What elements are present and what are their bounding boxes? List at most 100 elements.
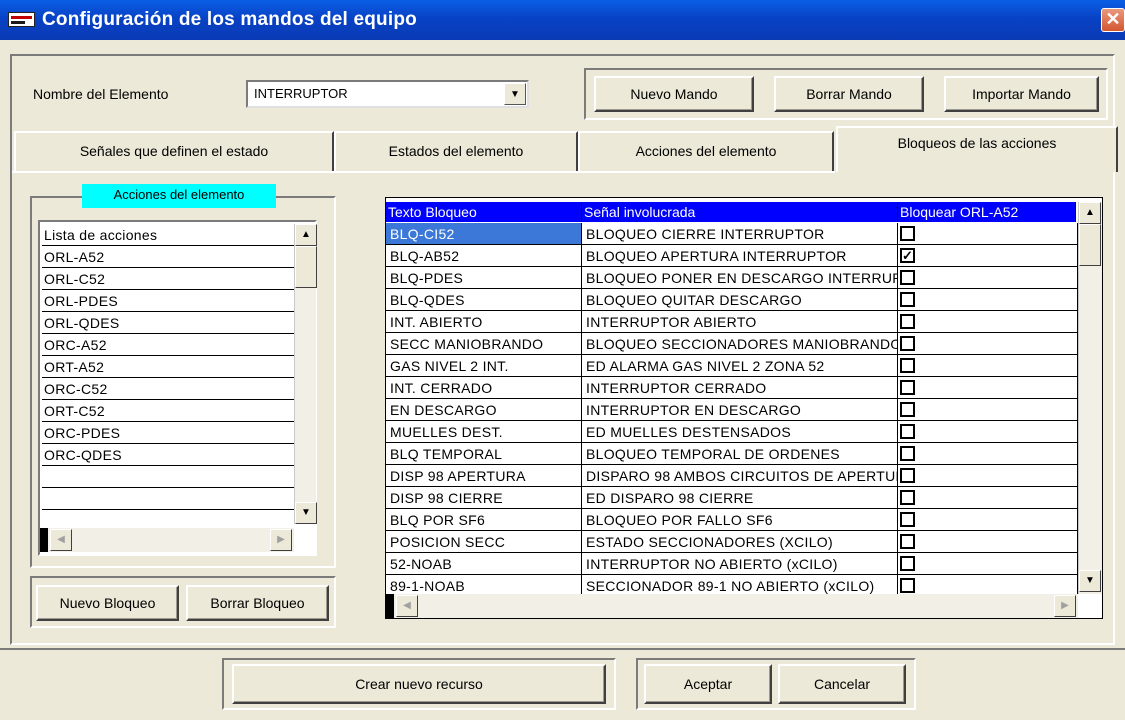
grid-header-signal[interactable]: Señal involucrada: [582, 202, 898, 222]
cell-lock-text[interactable]: BLQ-QDES: [386, 289, 582, 311]
checkbox[interactable]: [900, 270, 915, 285]
grid-vscrollbar[interactable]: ▲ ▼: [1078, 202, 1102, 594]
checkbox[interactable]: [900, 490, 915, 505]
list-item[interactable]: ORT-A52: [42, 356, 294, 378]
accept-button[interactable]: Aceptar: [644, 664, 772, 704]
list-item[interactable]: ORC-A52: [42, 334, 294, 356]
cell-signal[interactable]: BLOQUEO PONER EN DESCARGO INTERRUPTOR: [582, 267, 898, 289]
cell-lock-text[interactable]: POSICION SECC: [386, 531, 582, 553]
delete-command-button[interactable]: Borrar Mando: [774, 76, 924, 112]
cell-signal[interactable]: INTERRUPTOR EN DESCARGO: [582, 399, 898, 421]
cell-signal[interactable]: BLOQUEO POR FALLO SF6: [582, 509, 898, 531]
list-item[interactable]: ORL-C52: [42, 268, 294, 290]
cell-signal[interactable]: INTERRUPTOR NO ABIERTO (xCILO): [582, 553, 898, 575]
checkbox[interactable]: [900, 336, 915, 351]
tab-states[interactable]: Estados del elemento: [334, 131, 578, 171]
cell-lock-text[interactable]: BLQ-AB52: [386, 245, 582, 267]
checkbox[interactable]: [900, 402, 915, 417]
grid-header-text[interactable]: Texto Bloqueo: [386, 202, 582, 222]
cell-lock-text[interactable]: GAS NIVEL 2 INT.: [386, 355, 582, 377]
list-item[interactable]: ORC-PDES: [42, 422, 294, 444]
chevron-down-icon[interactable]: ▼: [504, 83, 526, 105]
cell-signal[interactable]: BLOQUEO QUITAR DESCARGO: [582, 289, 898, 311]
cell-lock-text[interactable]: EN DESCARGO: [386, 399, 582, 421]
list-item[interactable]: ORC-C52: [42, 378, 294, 400]
new-lock-button[interactable]: Nuevo Bloqueo: [36, 585, 179, 621]
scroll-thumb[interactable]: [295, 246, 317, 288]
scroll-thumb[interactable]: [1079, 224, 1101, 266]
checkbox[interactable]: [900, 446, 915, 461]
cell-signal[interactable]: BLOQUEO TEMPORAL DE ORDENES: [582, 443, 898, 465]
checkbox-checked[interactable]: ✓: [900, 248, 915, 263]
create-resource-button[interactable]: Crear nuevo recurso: [232, 664, 606, 704]
cell-lock-text[interactable]: BLQ POR SF6: [386, 509, 582, 531]
grid-hscrollbar[interactable]: ◀ ▶: [386, 594, 1078, 618]
list-item[interactable]: ORL-QDES: [42, 312, 294, 334]
scroll-up-icon[interactable]: ▲: [295, 224, 317, 246]
cell-lock-text[interactable]: BLQ-CI52: [386, 223, 582, 245]
scroll-right-icon[interactable]: ▶: [270, 529, 292, 551]
cell-signal[interactable]: INTERRUPTOR CERRADO: [582, 377, 898, 399]
cell-lock-text[interactable]: MUELLES DEST.: [386, 421, 582, 443]
import-command-button[interactable]: Importar Mando: [944, 76, 1099, 112]
actions-list[interactable]: Lista de acciones ORL-A52 ORL-C52 ORL-PD…: [38, 220, 317, 556]
cell-lock-text[interactable]: INT. CERRADO: [386, 377, 582, 399]
scroll-down-icon[interactable]: ▼: [1079, 570, 1101, 592]
tab-actions[interactable]: Acciones del elemento: [578, 131, 834, 171]
checkbox[interactable]: [900, 578, 915, 593]
cell-lock-text[interactable]: BLQ TEMPORAL: [386, 443, 582, 465]
cancel-button[interactable]: Cancelar: [778, 664, 906, 704]
cell-lock-text[interactable]: SECC MANIOBRANDO: [386, 333, 582, 355]
checkbox[interactable]: [900, 358, 915, 373]
scroll-left-icon[interactable]: ◀: [50, 529, 72, 551]
actions-hscrollbar[interactable]: ◀ ▶: [40, 528, 294, 552]
new-command-button[interactable]: Nuevo Mando: [594, 76, 754, 112]
checkbox[interactable]: [900, 314, 915, 329]
cell-signal[interactable]: INTERRUPTOR ABIERTO: [582, 311, 898, 333]
checkbox[interactable]: [900, 556, 915, 571]
checkbox[interactable]: [900, 424, 915, 439]
cell-lock-text[interactable]: INT. ABIERTO: [386, 311, 582, 333]
cell-signal[interactable]: BLOQUEO APERTURA INTERRUPTOR: [582, 245, 898, 267]
list-item[interactable]: ORC-QDES: [42, 444, 294, 466]
grid-header-lock[interactable]: Bloquear ORL-A52: [898, 202, 1076, 222]
checkbox[interactable]: [900, 512, 915, 527]
hscroll-marker: [386, 594, 394, 618]
cell-lock-text[interactable]: BLQ-PDES: [386, 267, 582, 289]
actions-vscrollbar[interactable]: ▲ ▼: [294, 224, 317, 524]
cell-signal[interactable]: ED MUELLES DESTENSADOS: [582, 421, 898, 443]
cell-signal[interactable]: BLOQUEO SECCIONADORES MANIOBRANDO: [582, 333, 898, 355]
cell-signal[interactable]: ED ALARMA GAS NIVEL 2 ZONA 52: [582, 355, 898, 377]
element-name-select[interactable]: INTERRUPTOR ▼: [246, 80, 529, 108]
tab-locks[interactable]: Bloqueos de las acciones: [836, 126, 1118, 172]
cell-lock-check: [898, 333, 1078, 355]
list-item[interactable]: ORL-PDES: [42, 290, 294, 312]
checkbox[interactable]: [900, 226, 915, 241]
cell-signal[interactable]: DISPARO 98 AMBOS CIRCUITOS DE APERTURA: [582, 465, 898, 487]
checkbox[interactable]: [900, 380, 915, 395]
cell-lock-text[interactable]: 52-NOAB: [386, 553, 582, 575]
scroll-down-icon[interactable]: ▼: [295, 502, 317, 524]
close-button[interactable]: ✕: [1101, 8, 1125, 32]
cell-lock-text[interactable]: DISP 98 CIERRE: [386, 487, 582, 509]
scroll-right-icon[interactable]: ▶: [1054, 595, 1076, 617]
delete-lock-button[interactable]: Borrar Bloqueo: [186, 585, 329, 621]
scroll-left-icon[interactable]: ◀: [396, 595, 418, 617]
tab-signals[interactable]: Señales que definen el estado: [14, 131, 334, 171]
list-item-empty[interactable]: [42, 488, 294, 510]
scroll-up-icon[interactable]: ▲: [1079, 202, 1101, 224]
new-lock-label: Nuevo Bloqueo: [59, 595, 156, 611]
checkbox[interactable]: [900, 534, 915, 549]
actions-list-header: Lista de acciones: [42, 224, 294, 246]
list-item-empty[interactable]: [42, 466, 294, 488]
cell-signal[interactable]: ESTADO SECCIONADORES (XCILO): [582, 531, 898, 553]
checkbox[interactable]: [900, 292, 915, 307]
checkbox[interactable]: [900, 468, 915, 483]
cell-signal[interactable]: BLOQUEO CIERRE INTERRUPTOR: [582, 223, 898, 245]
cell-lock-check: [898, 553, 1078, 575]
list-item[interactable]: ORT-C52: [42, 400, 294, 422]
cell-lock-text[interactable]: DISP 98 APERTURA: [386, 465, 582, 487]
locks-grid[interactable]: Texto Bloqueo Señal involucrada Bloquear…: [385, 197, 1103, 619]
cell-signal[interactable]: ED DISPARO 98 CIERRE: [582, 487, 898, 509]
list-item[interactable]: ORL-A52: [42, 246, 294, 268]
